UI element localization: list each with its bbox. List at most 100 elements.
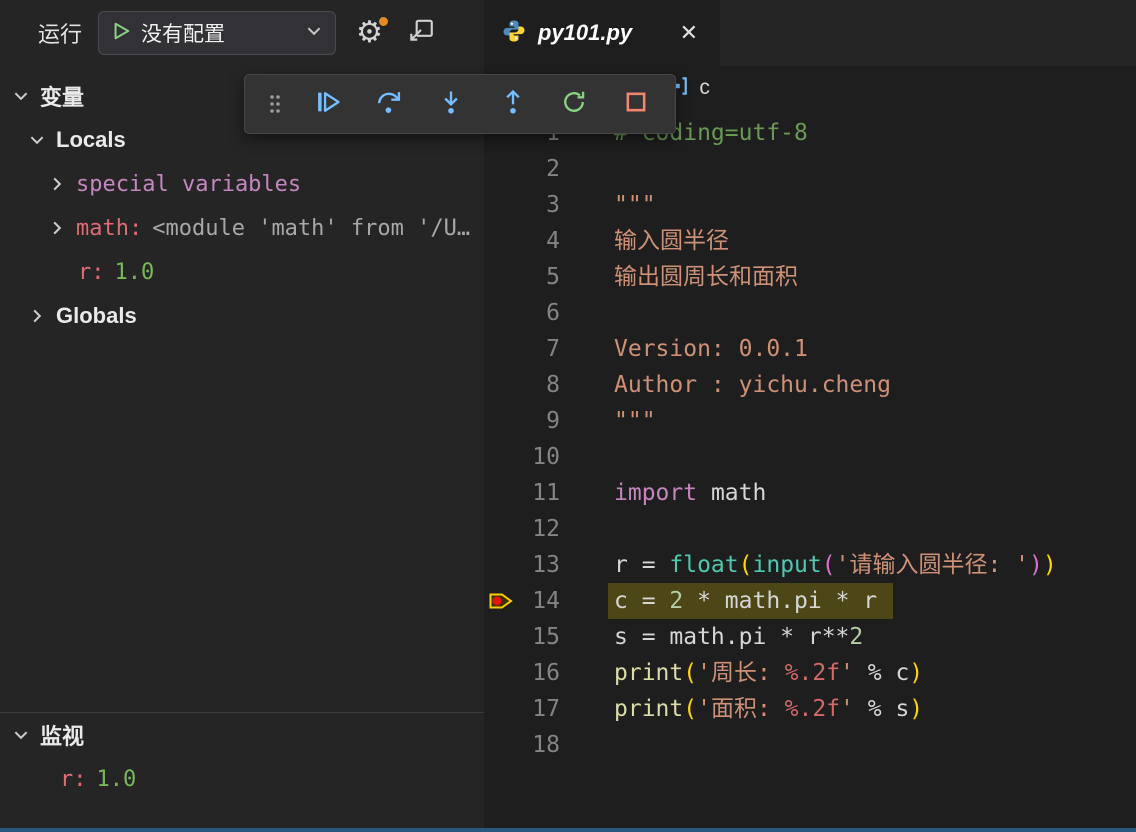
code-text[interactable]: print('面积: %.2f' % s): [614, 691, 923, 727]
variable-name: math:: [76, 216, 142, 241]
code-area[interactable]: 1# coding=utf-823"""4输入圆半径5输出圆周长和面积67Ver…: [484, 110, 1136, 763]
line-number[interactable]: 15: [484, 619, 560, 655]
token-b2: ): [1029, 552, 1043, 578]
open-debug-view-button[interactable]: [407, 17, 435, 50]
code-text[interactable]: """: [614, 187, 656, 223]
line-number[interactable]: 14: [484, 583, 560, 619]
variables-title: 变量: [40, 80, 84, 112]
chevron-down-icon: [12, 726, 30, 744]
chevron-right-icon: [48, 219, 66, 237]
r-variable-row[interactable]: r: 1.0: [0, 250, 484, 294]
token-num: 2: [669, 588, 683, 614]
watch-name: r:: [60, 767, 87, 792]
token-b1: ): [909, 660, 923, 686]
step-into-button[interactable]: [420, 77, 482, 131]
status-bar-edge: [0, 828, 1136, 832]
code-text[interactable]: import math: [614, 475, 766, 511]
step-over-button[interactable]: [358, 77, 420, 131]
locals-label: Locals: [56, 127, 126, 153]
token-str: """: [614, 408, 656, 434]
line-number[interactable]: 8: [484, 367, 560, 403]
code-text[interactable]: 输入圆半径: [614, 223, 729, 259]
line-number[interactable]: 11: [484, 475, 560, 511]
token-str: Version: 0.0.1: [614, 336, 808, 362]
code-line-10: 10: [484, 439, 1136, 475]
open-editor-icon: [407, 17, 435, 50]
watch-panel: 监视 r: 1.0: [0, 712, 484, 801]
watch-section-header[interactable]: 监视: [0, 713, 484, 757]
breadcrumb-symbol[interactable]: c: [699, 76, 710, 100]
line-number[interactable]: 18: [484, 727, 560, 763]
watch-expression-row[interactable]: r: 1.0: [0, 757, 484, 801]
line-number[interactable]: 4: [484, 223, 560, 259]
line-number[interactable]: 16: [484, 655, 560, 691]
code-line-11: 11 import math: [484, 475, 1136, 511]
code-text[interactable]: c = 2 * math.pi * r: [608, 583, 893, 619]
line-number[interactable]: 3: [484, 187, 560, 223]
code-text[interactable]: r = float(input('请输入圆半径: ')): [614, 547, 1057, 583]
globals-group-row[interactable]: Globals: [0, 294, 484, 338]
token-fmt: %.2f: [785, 660, 840, 686]
code-line-7: 7 Version: 0.0.1: [484, 331, 1136, 367]
token-pln: s = math.pi * r**: [614, 624, 849, 650]
chevron-right-icon: [48, 175, 66, 193]
code-text[interactable]: Author : yichu.cheng: [614, 367, 891, 403]
current-line-breakpoint-marker[interactable]: [488, 588, 514, 614]
chevron-right-icon: [28, 307, 46, 325]
token-str: """: [614, 192, 656, 218]
token-fny: print: [614, 660, 683, 686]
run-label: 运行: [38, 17, 82, 49]
code-text[interactable]: s = math.pi * r**2: [614, 619, 863, 655]
token-pln: % s: [854, 696, 909, 722]
line-number[interactable]: 6: [484, 295, 560, 331]
variable-value: <module 'math' from '/U…: [152, 216, 470, 241]
line-number[interactable]: 2: [484, 151, 560, 187]
restart-icon: [560, 88, 588, 121]
close-icon[interactable]: ✕: [676, 18, 702, 48]
line-number[interactable]: 7: [484, 331, 560, 367]
debug-toolbar: [244, 74, 676, 134]
chevron-down-icon: [28, 131, 46, 149]
drag-handle[interactable]: [253, 77, 297, 131]
line-number[interactable]: 13: [484, 547, 560, 583]
math-variable-row[interactable]: math: <module 'math' from '/U…: [0, 206, 484, 250]
special-variables-row[interactable]: special variables: [0, 162, 484, 206]
vscode-debug-window: 运行 没有配置 ⚙: [0, 0, 1136, 832]
code-text[interactable]: print('周长: %.2f' % c): [614, 655, 923, 691]
code-line-8: 8 Author : yichu.cheng: [484, 367, 1136, 403]
token-pln: % c: [854, 660, 909, 686]
token-str: ': [840, 660, 854, 686]
line-number[interactable]: 5: [484, 259, 560, 295]
line-number[interactable]: 17: [484, 691, 560, 727]
code-text[interactable]: Version: 0.0.1: [614, 331, 808, 367]
code-line-5: 5 输出圆周长和面积: [484, 259, 1136, 295]
chevron-down-icon: [12, 87, 30, 105]
stop-button[interactable]: [605, 77, 667, 131]
code-text[interactable]: """: [614, 403, 656, 439]
code-line-14: 14 c = 2 * math.pi * r: [484, 583, 1136, 619]
token-b2: (: [822, 552, 836, 578]
run-toolbar: 运行 没有配置 ⚙: [0, 0, 484, 66]
tab-py101[interactable]: py101.py ✕: [484, 0, 720, 66]
watch-title: 监视: [40, 719, 84, 751]
token-str: Author : yichu.cheng: [614, 372, 891, 398]
step-out-button[interactable]: [482, 77, 544, 131]
config-modified-dot: [377, 15, 390, 28]
line-number[interactable]: 12: [484, 511, 560, 547]
config-dropdown-value: 没有配置: [141, 18, 295, 48]
code-line-12: 12: [484, 511, 1136, 547]
code-line-15: 15 s = math.pi * r**2: [484, 619, 1136, 655]
code-text[interactable]: 输出圆周长和面积: [614, 259, 798, 295]
code-line-16: 16print('周长: %.2f' % c): [484, 655, 1136, 691]
continue-button[interactable]: [297, 77, 359, 131]
line-number[interactable]: 10: [484, 439, 560, 475]
line-number[interactable]: 9: [484, 403, 560, 439]
chevron-down-icon: [305, 22, 323, 45]
token-kw: import: [614, 480, 697, 506]
debug-config-dropdown[interactable]: 没有配置: [98, 11, 336, 55]
gear-button[interactable]: ⚙: [356, 18, 383, 48]
play-icon: [111, 21, 131, 46]
token-b1: (: [683, 660, 697, 686]
code-line-13: 13 r = float(input('请输入圆半径: ')): [484, 547, 1136, 583]
restart-button[interactable]: [544, 77, 606, 131]
